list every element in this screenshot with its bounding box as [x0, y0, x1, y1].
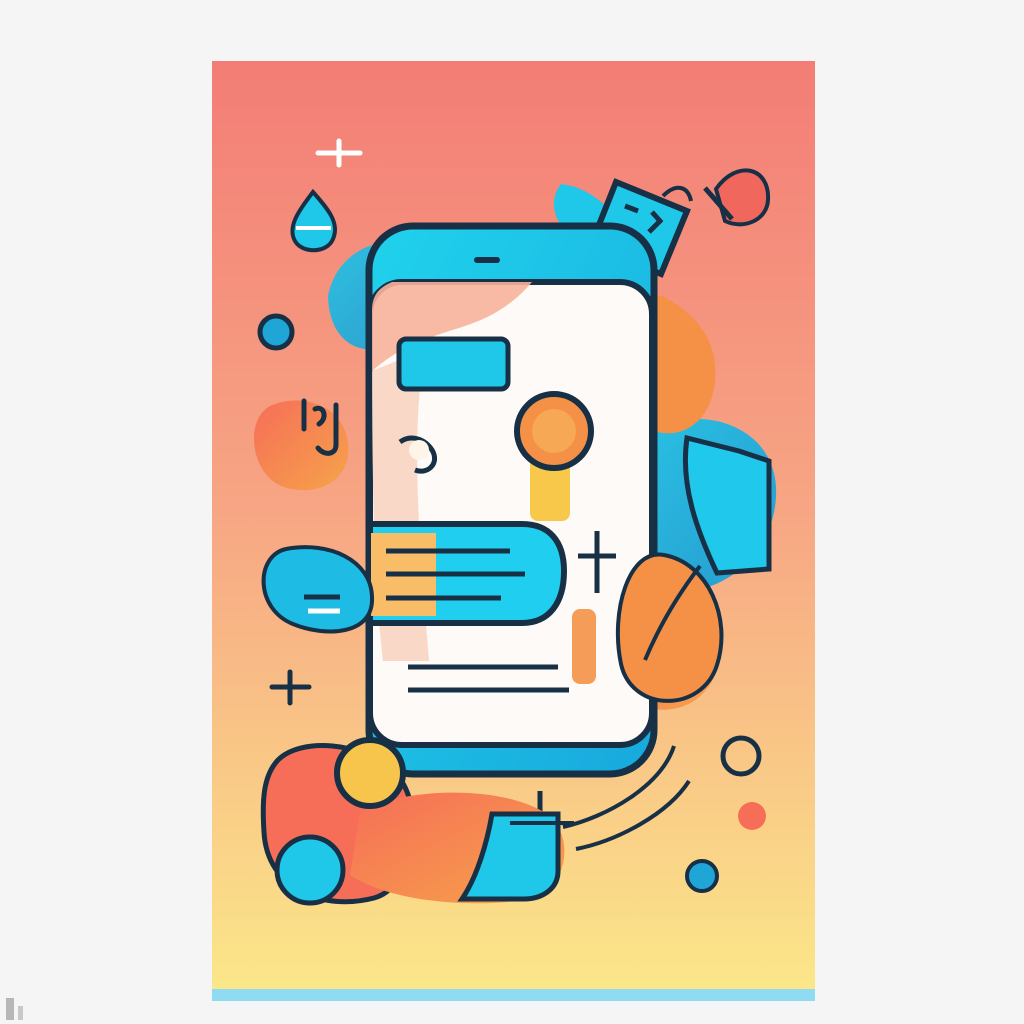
illustration-canvas: [0, 0, 1024, 1024]
phone-icon: [365, 222, 658, 813]
corner-watermark-icon: [6, 998, 23, 1020]
chat-bubble-icon: [367, 521, 568, 626]
footer-stripe: [212, 989, 815, 1001]
mobile-app-illustration: [212, 61, 815, 1001]
gradient-poster: [212, 61, 815, 1001]
